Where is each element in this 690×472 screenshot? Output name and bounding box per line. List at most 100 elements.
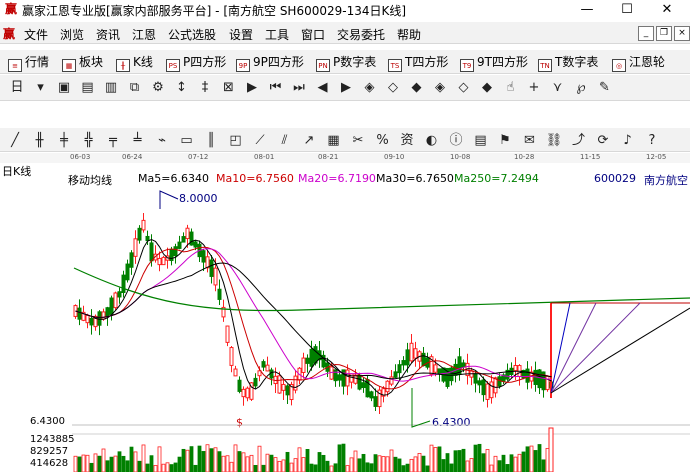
toolbar-button-p-number-table[interactable]: PN P数字表 [316,54,376,72]
toolbar-button-t-number-table[interactable]: TN T数字表 [538,54,598,72]
chart-grid-icon[interactable]: ▤ [79,79,97,97]
rect-icon[interactable]: ▭ [178,132,196,150]
pen-icon[interactable]: ╱ [6,132,24,150]
cycle-icon[interactable]: ╧ [129,132,147,150]
channel-icon[interactable]: ╪ [55,132,73,150]
hand-icon[interactable]: ☝ [502,79,520,97]
toolbar-button-candle[interactable]: ╫ K线 [116,54,153,72]
toolbar-button-9p-square[interactable]: 9P 9P四方形 [236,54,304,72]
chart-canvas [72,190,690,472]
bar-chart-icon[interactable]: ‡ [196,79,214,97]
move-right-icon[interactable]: ▶ [337,79,355,97]
fan-icon[interactable]: ╬ [80,132,98,150]
toolbar-button-grid[interactable]: ▦ 板块 [62,54,103,72]
menu-tools[interactable]: 工具 [265,26,289,43]
sync-icon[interactable]: ⟳ [594,132,612,150]
menu-info[interactable]: 资讯 [96,26,120,43]
close-button[interactable]: ✕ [652,0,682,19]
zoom-in-icon[interactable]: ◈ [361,79,379,97]
period-day-icon[interactable]: 日 [8,79,26,97]
indicator-icon[interactable]: ⊠ [220,79,238,97]
volume-bar [457,450,462,472]
go-first-icon[interactable]: ⏮ [267,79,285,97]
candle-body [217,288,222,300]
minimize-button[interactable]: — [572,0,602,19]
crosshair-icon[interactable]: + [525,79,543,97]
toolbar-button-t-square[interactable]: TS T四方形 [388,54,448,72]
candle-body [129,252,134,268]
date-tick: 07-12 [188,153,209,161]
candle-body [461,362,466,368]
menu-window[interactable]: 窗口 [301,26,325,43]
mdi-minimize-button[interactable]: _ [638,26,654,41]
menu-help[interactable]: 帮助 [397,26,421,43]
news-icon[interactable]: ▤ [472,132,490,150]
mark-icon[interactable]: ◐ [423,132,441,150]
link-icon[interactable]: ⛓ [545,132,563,150]
dropdown-icon[interactable]: ▾ [32,79,50,97]
volume-bar [509,454,514,472]
calendar-icon[interactable]: ▣ [55,79,73,97]
bell-icon[interactable]: ♪ [619,132,637,150]
expand-icon[interactable]: ◇ [455,79,473,97]
scroll-down-icon[interactable]: ◈ [431,79,449,97]
save-icon[interactable]: ▥ [102,79,120,97]
menu-browse[interactable]: 浏览 [60,26,84,43]
menu-settings[interactable]: 设置 [229,26,253,43]
candle-body [185,227,190,240]
volume-bar [157,446,162,472]
candle-body [421,352,426,367]
info-icon[interactable]: ⓘ [447,132,465,150]
zoom-out-icon[interactable]: ◇ [384,79,402,97]
note-icon[interactable]: ✉ [521,132,539,150]
menu-file[interactable]: 文件 [24,26,48,43]
maximize-button[interactable]: ☐ [612,0,642,19]
trend-icon[interactable]: ⤴ [570,132,588,150]
angle-icon[interactable]: ⌁ [153,132,171,150]
toolbar-button-list[interactable]: ≡ 行情 [8,54,49,72]
9p-square-icon: 9P [236,59,250,72]
move-left-icon[interactable]: ◀ [314,79,332,97]
time-zone-icon[interactable]: ║ [202,132,220,150]
gann-line-icon[interactable]: ╫ [31,132,49,150]
cursor-icon[interactable]: ↕ [173,79,191,97]
volume-bar [297,447,302,472]
percent-icon[interactable]: % [374,132,392,150]
volume-bar [481,453,486,472]
arc-icon[interactable]: ╤ [104,132,122,150]
volume-bar [101,448,106,472]
alert-icon[interactable]: ⚑ [496,132,514,150]
volume-bar [397,458,402,472]
candle-body [401,360,406,366]
settings-icon[interactable]: ⚙ [149,79,167,97]
flag-icon[interactable]: ▶ [243,79,261,97]
toolbar-button-p-square[interactable]: PS P四方形 [166,54,226,72]
mdi-close-button[interactable]: × [674,26,690,41]
menu-gann[interactable]: 江恩 [132,26,156,43]
up-arrow-icon[interactable]: ↗ [300,132,318,150]
table-icon[interactable]: ▦ [325,132,343,150]
candle-body [133,238,138,257]
ray-icon[interactable]: ⟋ [251,132,269,150]
volume-bar [213,447,218,472]
menu-trade[interactable]: 交易委托 [337,26,385,43]
finance-icon[interactable]: 资 [398,132,416,150]
menu-formula[interactable]: 公式选股 [168,26,216,43]
gann-fan-icon[interactable]: ✎ [596,79,614,97]
toolbar-button-gann-wheel[interactable]: ◎ 江恩轮 [612,54,665,72]
fib-icon[interactable]: ℘ [572,79,590,97]
candle-body [513,365,518,372]
copy-icon[interactable]: ⧉ [126,79,144,97]
volume-bar [413,456,418,472]
box-icon[interactable]: ◰ [227,132,245,150]
toolbar-button-9t-square[interactable]: T9 9T四方形 [460,54,528,72]
shrink-icon[interactable]: ◆ [478,79,496,97]
line-tool-icon[interactable]: ⋎ [549,79,567,97]
parallel-icon[interactable]: ⫽ [276,132,294,150]
mdi-restore-button[interactable]: ❐ [656,26,672,41]
help-icon[interactable]: ? [643,132,661,150]
scroll-up-icon[interactable]: ◆ [408,79,426,97]
filter-icon[interactable]: ✂ [349,132,367,150]
kline-chart[interactable]: 日K线 移动均线 Ma5=6.6340 Ma10=6.7560 Ma20=6.7… [0,163,690,472]
go-last-icon[interactable]: ⏭ [290,79,308,97]
